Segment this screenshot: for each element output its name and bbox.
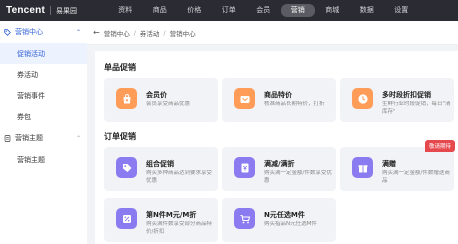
- nav-item-mall[interactable]: 商城: [315, 4, 350, 17]
- card-title: 满赠: [382, 160, 396, 168]
- nav-item-data[interactable]: 数据: [350, 4, 385, 17]
- logo-divider: [50, 6, 51, 15]
- coming-soon-badge: 敬请期待: [424, 140, 455, 152]
- breadcrumb-separator: /: [133, 28, 136, 37]
- tag-icon: [4, 28, 11, 36]
- nav-item-orders[interactable]: 订单: [212, 4, 247, 17]
- sidebar-group-marketing-center[interactable]: 营销中心 ⌃: [0, 21, 87, 43]
- card-title: 多时段折扣促销: [382, 91, 431, 99]
- card-description: 购买满件数享受部分商品特价/折扣: [146, 221, 213, 235]
- card-description: 生鲜行业时段促销，每日"清库存": [382, 101, 451, 115]
- main-nav: 资料 商品 价格 订单 会员 营销 商城 数据 设置: [108, 0, 419, 21]
- card-full-reduce[interactable]: 满减/满折 购买满一定金额/件数享受优惠: [222, 147, 336, 191]
- sidebar: 营销中心 ⌃ 促销活动 券活动 营销事件 券包 营销主题 ⌃ 营销主题: [0, 21, 87, 244]
- card-title: 会员价: [146, 91, 167, 99]
- card-title: N元任选M件: [264, 211, 305, 219]
- clock-icon: [352, 88, 373, 109]
- nav-item-settings[interactable]: 设置: [384, 4, 419, 17]
- brand-name: 易果园: [56, 6, 77, 15]
- tencent-logo: Tencent: [6, 5, 45, 16]
- card-full-gift[interactable]: 敬请期待 满赠 购买满一定金额/件数赠送商品: [340, 140, 455, 191]
- card-description: 核准商品长期特价，打折: [264, 101, 325, 107]
- chevron-up-icon: ⌃: [75, 28, 81, 36]
- breadcrumb: ← 营销中心 / 券活动 / 营销中心: [87, 21, 458, 45]
- combo-tag-icon: [116, 157, 137, 178]
- breadcrumb-item[interactable]: 券活动: [140, 28, 160, 38]
- card-title: 商品特价: [264, 91, 292, 99]
- section-title-single: 单品促销: [104, 63, 136, 72]
- card-description: 购买指品N元任选M件: [264, 221, 317, 227]
- gift-icon: [352, 157, 373, 178]
- member-bag-icon: [116, 88, 137, 109]
- shopping-cart-icon: [234, 208, 255, 229]
- card-title: 组合促销: [146, 160, 174, 168]
- sidebar-group-label: 营销主题: [15, 134, 43, 142]
- card-combo[interactable]: 组合促销 购买多种商品达到要求享受优惠: [104, 147, 218, 191]
- chevron-up-icon: ⌃: [75, 134, 81, 142]
- breadcrumb-separator: /: [163, 28, 166, 37]
- card-description: 会员享受商品优惠: [146, 101, 191, 107]
- nav-item-marketing[interactable]: 营销: [280, 4, 315, 17]
- nav-item-members[interactable]: 会员: [246, 4, 281, 17]
- card-title: 第N件M元/M折: [146, 211, 197, 219]
- breadcrumb-item[interactable]: 营销中心: [104, 28, 130, 38]
- sidebar-item-promotions[interactable]: 促销活动: [0, 43, 87, 64]
- top-bar: Tencent 易果园 资料 商品 价格 订单 会员 营销 商城 数据 设置: [0, 0, 458, 21]
- sidebar-group-label: 营销中心: [15, 28, 43, 36]
- card-member-price[interactable]: 会员价 会员享受商品优惠: [104, 78, 218, 122]
- card-description: 购买满一定金额/件数享受优惠: [264, 170, 332, 184]
- receipt-icon: [234, 157, 255, 178]
- nav-item-price[interactable]: 价格: [177, 4, 212, 17]
- nth-discount-icon: [116, 208, 137, 229]
- card-title: 满减/满折: [264, 160, 295, 168]
- sidebar-item-marketing-events[interactable]: 营销事件: [0, 85, 87, 106]
- breadcrumb-item-current: 营销中心: [169, 29, 196, 38]
- nav-item-products[interactable]: 商品: [143, 4, 178, 17]
- sidebar-item-coupon-activity[interactable]: 券活动: [0, 64, 87, 85]
- price-tag-icon: [234, 88, 255, 109]
- section-title-order: 订单促销: [104, 132, 136, 141]
- card-nth-item[interactable]: 第N件M元/M折 购买满件数享受部分商品特价/折扣: [104, 198, 218, 242]
- card-n-yuan-m-items[interactable]: N元任选M件 购买指品N元任选M件: [222, 198, 336, 242]
- sidebar-item-marketing-theme[interactable]: 营销主题: [0, 149, 87, 170]
- main-content: 单品促销 会员价 会员享受商品优惠 商品特价 核准商品长期特价，打折 多时段折扣…: [95, 51, 458, 244]
- document-icon: [4, 134, 11, 142]
- card-description: 购买多种商品达到要求享受优惠: [146, 170, 213, 184]
- sidebar-item-coupon-pack[interactable]: 券包: [0, 106, 87, 127]
- back-arrow-icon[interactable]: ←: [93, 28, 100, 37]
- nav-item-profile[interactable]: 资料: [108, 4, 143, 17]
- card-special-price[interactable]: 商品特价 核准商品长期特价，打折: [222, 78, 336, 122]
- card-description: 购买满一定金额/件数赠送商品: [382, 170, 450, 184]
- card-time-discount[interactable]: 多时段折扣促销 生鲜行业时段促销，每日"清库存": [340, 78, 454, 122]
- sidebar-group-marketing-theme[interactable]: 营销主题 ⌃: [0, 127, 87, 149]
